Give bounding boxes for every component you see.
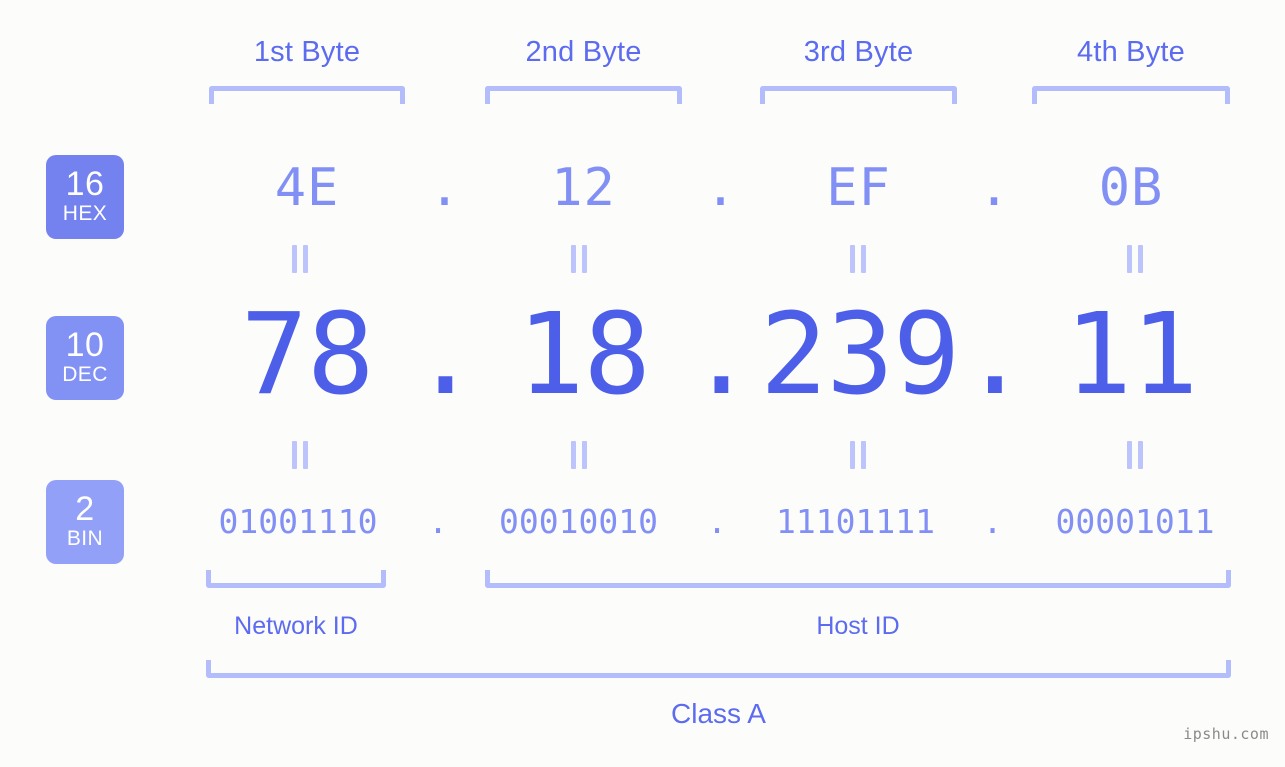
byte-bracket-1 bbox=[209, 86, 405, 104]
base-badge-hex-name: HEX bbox=[62, 202, 108, 226]
hex-byte-1: 4E bbox=[274, 158, 340, 218]
equals-marker-2-bottom bbox=[568, 441, 590, 469]
equals-marker-2-top bbox=[568, 245, 590, 273]
network-id-bracket bbox=[206, 570, 386, 588]
base-badge-dec-number: 10 bbox=[65, 325, 105, 364]
byte-header-1: 1st Byte bbox=[253, 36, 361, 68]
hex-byte-4: 0B bbox=[1098, 158, 1164, 218]
ip-byte-breakdown-diagram: 1st Byte 2nd Byte 3rd Byte 4th Byte 16 H… bbox=[0, 0, 1285, 767]
base-badge-bin: 2 BIN bbox=[46, 480, 124, 564]
base-badge-dec-name: DEC bbox=[62, 363, 108, 387]
byte-header-3: 3rd Byte bbox=[803, 36, 914, 68]
class-bracket bbox=[206, 660, 1231, 678]
equals-marker-3-top bbox=[847, 245, 869, 273]
bin-separator-3: . bbox=[982, 502, 1003, 541]
byte-bracket-3 bbox=[760, 86, 957, 104]
dec-separator-1: . bbox=[411, 290, 479, 420]
host-id-label: Host ID bbox=[816, 612, 900, 640]
byte-bracket-2 bbox=[485, 86, 682, 104]
bin-byte-3: 11101111 bbox=[776, 502, 935, 541]
dec-byte-4: 11 bbox=[1064, 290, 1199, 420]
bin-separator-1: . bbox=[428, 502, 448, 541]
byte-header-4: 4th Byte bbox=[1077, 36, 1185, 68]
dec-byte-2: 18 bbox=[517, 290, 651, 420]
base-badge-bin-number: 2 bbox=[75, 489, 95, 528]
equals-marker-1-bottom bbox=[289, 441, 311, 469]
dec-byte-1: 78 bbox=[240, 290, 375, 420]
base-badge-hex-number: 16 bbox=[65, 164, 105, 203]
byte-bracket-4 bbox=[1032, 86, 1230, 104]
base-badge-dec: 10 DEC bbox=[46, 316, 124, 400]
network-id-label: Network ID bbox=[234, 612, 358, 640]
hex-separator-1: . bbox=[428, 158, 462, 218]
bin-byte-2: 00010010 bbox=[499, 502, 658, 541]
bin-byte-1: 01001110 bbox=[218, 502, 378, 541]
host-id-bracket bbox=[485, 570, 1231, 588]
dec-separator-2: . bbox=[687, 290, 755, 420]
equals-marker-1-top bbox=[289, 245, 311, 273]
equals-marker-3-bottom bbox=[847, 441, 869, 469]
hex-byte-3: EF bbox=[826, 158, 891, 218]
site-watermark: ipshu.com bbox=[1183, 725, 1269, 743]
hex-separator-2: . bbox=[704, 158, 738, 218]
hex-separator-3: . bbox=[978, 158, 1011, 218]
hex-byte-2: 12 bbox=[551, 158, 616, 218]
bin-byte-4: 00001011 bbox=[1055, 502, 1215, 541]
dec-separator-3: . bbox=[961, 290, 1028, 420]
base-badge-bin-name: BIN bbox=[66, 527, 104, 551]
equals-marker-4-bottom bbox=[1124, 441, 1146, 469]
bin-separator-2: . bbox=[707, 502, 727, 541]
equals-marker-4-top bbox=[1124, 245, 1146, 273]
dec-byte-3: 239 bbox=[760, 290, 960, 420]
base-badge-hex: 16 HEX bbox=[46, 155, 124, 239]
byte-header-2: 2nd Byte bbox=[525, 36, 642, 68]
class-label: Class A bbox=[671, 698, 766, 729]
